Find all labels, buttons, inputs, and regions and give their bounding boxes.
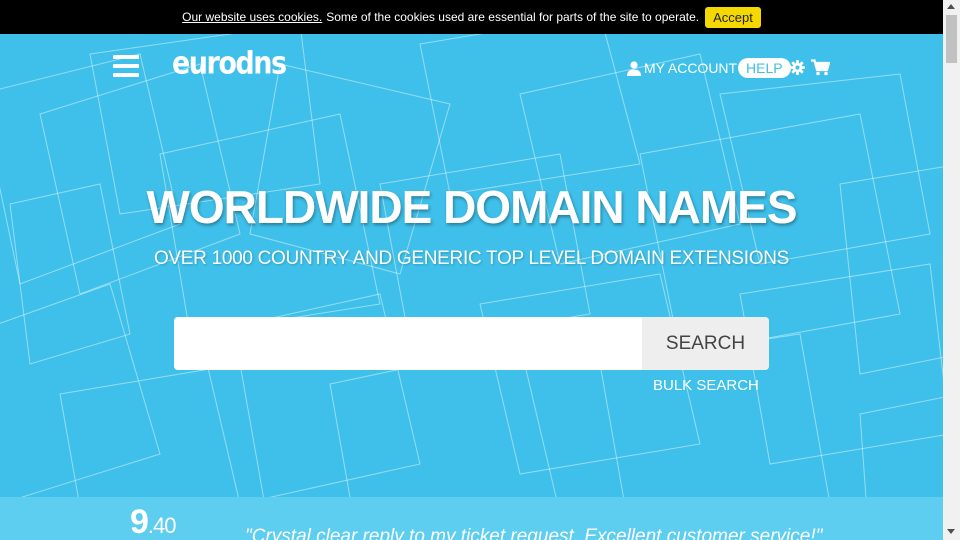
background-pattern [0,34,943,540]
review-score-int: 9 [130,503,149,540]
logo[interactable]: eurodns [172,46,287,82]
my-account-link[interactable]: MY ACCOUNT [626,60,737,76]
scroll-down-arrow-icon[interactable] [947,529,955,534]
menu-icon[interactable] [113,55,139,77]
review-score-decimal: .40 [147,513,177,538]
hero-section: eurodns MY ACCOUNT HELP WORLDWIDE DOMAIN… [0,34,943,540]
review-score: 9.40 [130,503,177,540]
page-title: WORLDWIDE DOMAIN NAMES [146,181,797,233]
search-button[interactable]: SEARCH [642,317,769,370]
accept-cookies-button[interactable]: Accept [705,6,761,28]
site-header: eurodns MY ACCOUNT HELP [0,34,943,104]
scroll-up-arrow-icon[interactable] [947,4,955,9]
page-subtitle: OVER 1000 COUNTRY AND GENERIC TOP LEVEL … [153,248,790,269]
review-strip: 9.40 "Crystal clear reply to my ticket r… [0,497,943,540]
user-icon [627,61,641,76]
cart-icon[interactable] [811,59,830,76]
bulk-search-link[interactable]: BULK SEARCH [653,377,759,394]
scroll-thumb[interactable] [946,15,957,63]
cookie-bar: Our website uses cookies. Some of the co… [0,0,943,34]
cookie-message: Some of the cookies used are essential f… [326,10,700,24]
review-quote: "Crystal clear reply to my ticket reques… [245,526,823,540]
help-button[interactable]: HELP [738,58,791,78]
my-account-label: MY ACCOUNT [644,60,738,76]
page-scrollbar[interactable] [943,0,960,540]
cookie-policy-link[interactable]: Our website uses cookies. [182,10,322,24]
domain-search-form: SEARCH [174,317,769,370]
domain-search-input[interactable] [174,317,642,370]
gear-icon[interactable] [790,60,805,75]
